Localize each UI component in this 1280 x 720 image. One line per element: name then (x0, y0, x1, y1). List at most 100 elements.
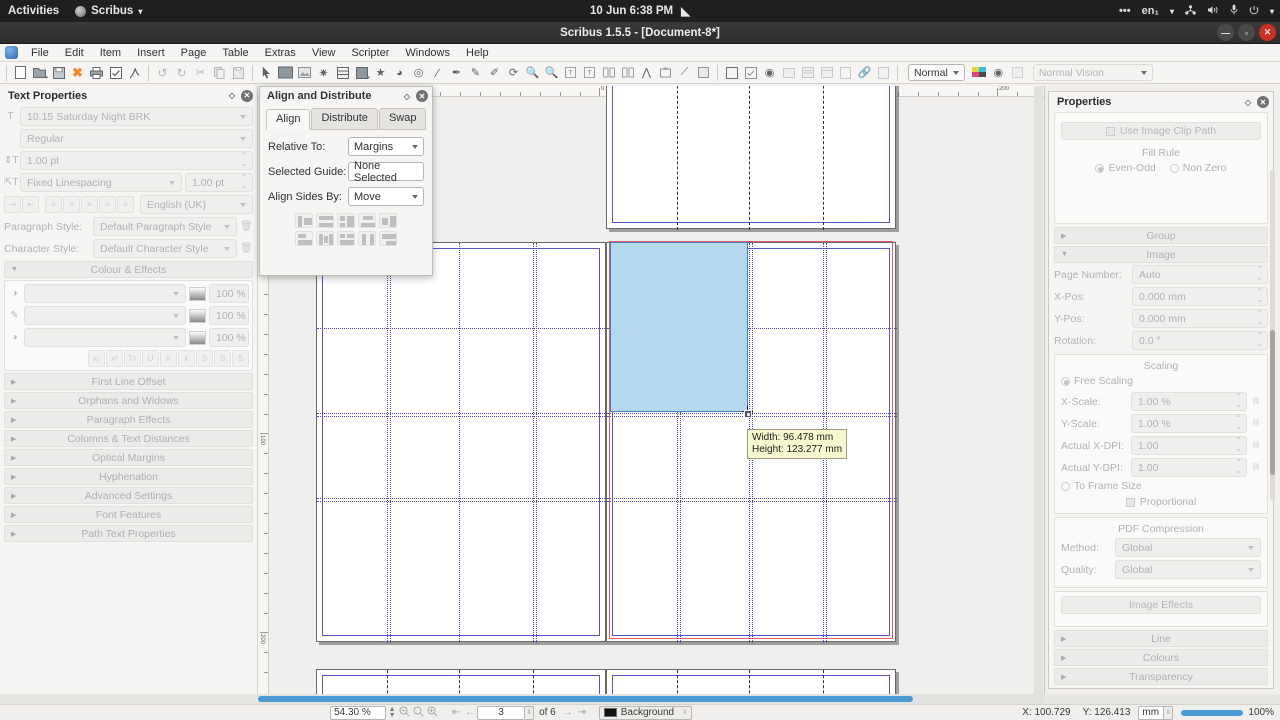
background-opacity-input[interactable]: 100 % (209, 328, 249, 347)
tab-align[interactable]: Align (266, 109, 311, 130)
close-document-icon[interactable]: ✖ (69, 64, 86, 81)
section-font-features[interactable]: ▶ Font Features (4, 506, 253, 523)
scale-chain-icon[interactable]: ⛓ (1251, 398, 1261, 405)
layer-select[interactable]: Background ⇳ (598, 705, 693, 720)
menu-file[interactable]: File (23, 45, 57, 61)
export-pdf-icon[interactable] (126, 64, 143, 81)
measurements-icon[interactable]: ⋀ (638, 64, 655, 81)
menu-item[interactable]: Item (92, 45, 129, 61)
section-optical-margins[interactable]: ▶ Optical Margins (4, 449, 253, 466)
insert-shape-icon[interactable]: ▾ (353, 64, 370, 81)
align-sides-select[interactable]: Move (348, 187, 424, 206)
zoom-in-icon[interactable] (425, 706, 439, 720)
section-paragraph-effects[interactable]: ▶ Paragraph Effects (4, 411, 253, 428)
effect-underline-words-icon[interactable]: ĸ (178, 350, 195, 367)
insert-polygon-icon[interactable]: ★ (372, 64, 389, 81)
tab-distribute[interactable]: Distribute (311, 108, 378, 129)
previous-page-icon[interactable]: ← (463, 707, 477, 718)
pdf-annotation-properties-icon[interactable] (837, 64, 854, 81)
align-right-to-left-icon[interactable] (358, 213, 376, 228)
insert-image-frame-icon[interactable] (296, 64, 313, 81)
xscale-input[interactable]: 1.00 % (1131, 392, 1247, 411)
image-effects-button[interactable]: Image Effects (1061, 596, 1261, 614)
close-dialog-icon[interactable]: ✕ (416, 90, 428, 102)
align-right-sides-icon[interactable] (379, 213, 397, 228)
pdf-list-box-icon[interactable] (799, 64, 816, 81)
tab-swap[interactable]: Swap (378, 108, 427, 129)
language-select[interactable]: English (UK) (140, 195, 253, 214)
undo-icon[interactable]: ↺ (154, 64, 171, 81)
section-hyphenation[interactable]: ▶ Hyphenation (4, 468, 253, 485)
linespacing-value-input[interactable]: 1.00 pt (185, 173, 253, 192)
unit-select[interactable]: mm (1138, 705, 1165, 720)
linespacing-mode-select[interactable]: Fixed Linespacing (20, 173, 182, 192)
menu-help[interactable]: Help (458, 45, 497, 61)
menu-page[interactable]: Page (173, 45, 215, 61)
edit-text-story-editor-icon[interactable]: T (562, 64, 579, 81)
page-below-left[interactable] (316, 669, 606, 694)
clock-label[interactable]: 10 Jun 6:38 PM (590, 5, 673, 17)
align-bottoms-icon[interactable] (358, 231, 376, 246)
pdf-combo-box-icon[interactable] (780, 64, 797, 81)
relative-to-select[interactable]: Margins (348, 137, 424, 156)
stroke-shade-swatch[interactable] (189, 308, 206, 323)
menu-table[interactable]: Table (214, 45, 256, 61)
new-document-icon[interactable] (12, 64, 29, 81)
section-colours[interactable]: ▶ Colours (1054, 649, 1268, 666)
preflight-verifier-icon[interactable] (107, 64, 124, 81)
ydpi-input[interactable]: 1.00 (1131, 458, 1247, 477)
insert-render-frame-icon[interactable]: ✷ (315, 64, 332, 81)
insert-line-icon[interactable]: ∕ (429, 64, 446, 81)
align-centers-vertical-icon[interactable] (337, 231, 355, 246)
align-right-icon[interactable]: ≡ (81, 196, 98, 213)
page-left[interactable] (316, 242, 607, 643)
direction-ltr-icon[interactable]: ⇥ (4, 196, 21, 213)
zoom-level-input[interactable]: 54.30 % (330, 705, 387, 720)
page-number-input[interactable]: 3 (477, 705, 526, 720)
maximize-button[interactable]: ▫ (1238, 24, 1255, 41)
pdf-check-box-icon[interactable] (742, 64, 759, 81)
canvas-vertical-scrollbar[interactable] (1034, 86, 1043, 694)
keyboard-layout-indicator[interactable]: en₁ (1142, 5, 1159, 17)
last-page-icon[interactable]: ⇥ (575, 707, 589, 718)
insert-bezier-icon[interactable]: ✒ (448, 64, 465, 81)
menu-view[interactable]: View (304, 45, 344, 61)
align-forced-justify-icon[interactable]: ≡ (117, 196, 134, 213)
edit-contents-icon[interactable]: 🔍 (543, 64, 560, 81)
ypos-input[interactable]: 0.000 mm (1132, 309, 1268, 328)
redo-icon[interactable]: ↻ (173, 64, 190, 81)
section-first-line-offset[interactable]: ▶ First Line Offset (4, 373, 253, 390)
effect-small-caps-icon[interactable]: U (142, 350, 159, 367)
insert-spiral-icon[interactable]: ◎ (410, 64, 427, 81)
dpi-chain-icon[interactable]: ⛓ (1251, 442, 1261, 449)
effect-subscript-icon[interactable]: x₂ (88, 350, 105, 367)
section-orphans-widows[interactable]: ▶ Orphans and Widows (4, 392, 253, 409)
zoom-icon[interactable]: 🔍 (524, 64, 541, 81)
align-left-sides-icon[interactable] (295, 213, 313, 228)
font-size-input[interactable]: 1.00 pt (20, 151, 253, 170)
section-line[interactable]: ▶ Line (1054, 630, 1268, 647)
system-menu-chevron-icon[interactable]: ▾ (1270, 7, 1274, 16)
canvas-horizontal-scrollbar[interactable] (258, 694, 1044, 704)
effect-underline-icon[interactable]: K (160, 350, 177, 367)
xpos-input[interactable]: 0.000 mm (1132, 287, 1268, 306)
activities-button[interactable]: Activities (0, 5, 69, 17)
unlink-text-frames-icon[interactable] (619, 64, 636, 81)
copy-item-properties-icon[interactable] (657, 64, 674, 81)
clip-path-checkbox[interactable] (1105, 126, 1115, 136)
pdf-text-annotation-icon[interactable] (818, 64, 835, 81)
reset-paragraph-style-icon[interactable]: 🗑 (240, 221, 253, 232)
stroke-colour-select[interactable] (24, 306, 186, 325)
section-path-text-properties[interactable]: ▶ Path Text Properties (4, 525, 253, 542)
fill-colour-select[interactable] (24, 284, 186, 303)
paragraph-style-select[interactable]: Default Paragraph Style (93, 217, 237, 236)
stroke-opacity-input[interactable]: 100 % (209, 306, 249, 325)
save-document-icon[interactable] (50, 64, 67, 81)
align-top-to-bottom-icon[interactable] (379, 231, 397, 246)
zoom-spinner-icon[interactable]: ▲ ▼ (387, 706, 397, 719)
menu-extras[interactable]: Extras (257, 45, 304, 61)
cut-icon[interactable]: ✂ (192, 64, 209, 81)
direction-rtl-icon[interactable]: ⇤ (22, 196, 39, 213)
align-center-icon[interactable]: ≡ (63, 196, 80, 213)
page-number-input[interactable]: Auto (1132, 265, 1268, 284)
